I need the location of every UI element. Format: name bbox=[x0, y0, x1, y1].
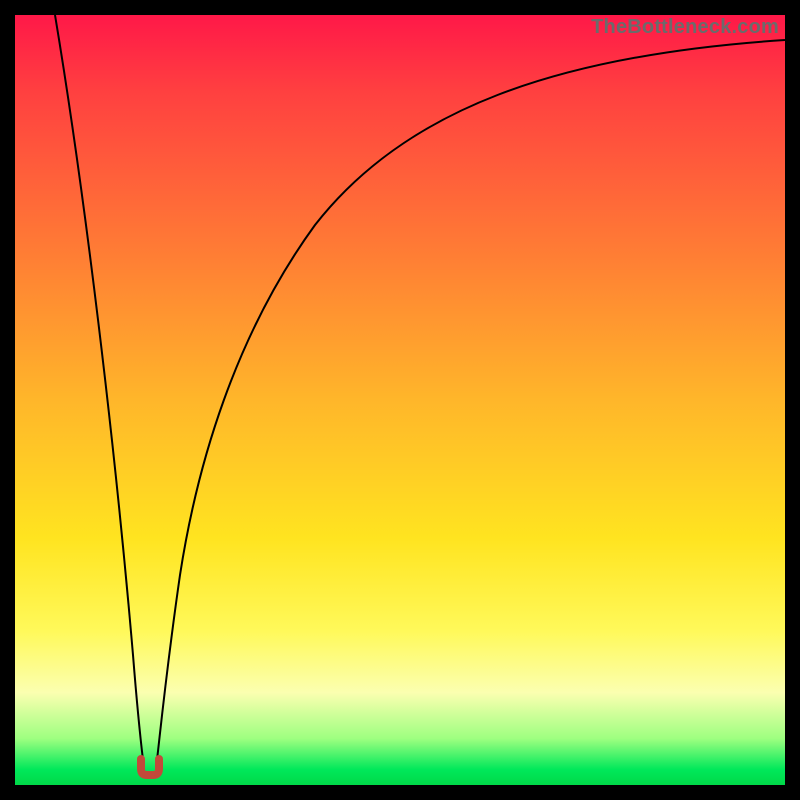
bottleneck-curve-left bbox=[55, 15, 143, 760]
chart-frame: TheBottleneck.com bbox=[0, 0, 800, 800]
plot-area: TheBottleneck.com bbox=[15, 15, 785, 785]
curve-overlay bbox=[15, 15, 785, 785]
bottleneck-curve-right bbox=[157, 40, 785, 760]
optimum-marker bbox=[141, 759, 159, 775]
